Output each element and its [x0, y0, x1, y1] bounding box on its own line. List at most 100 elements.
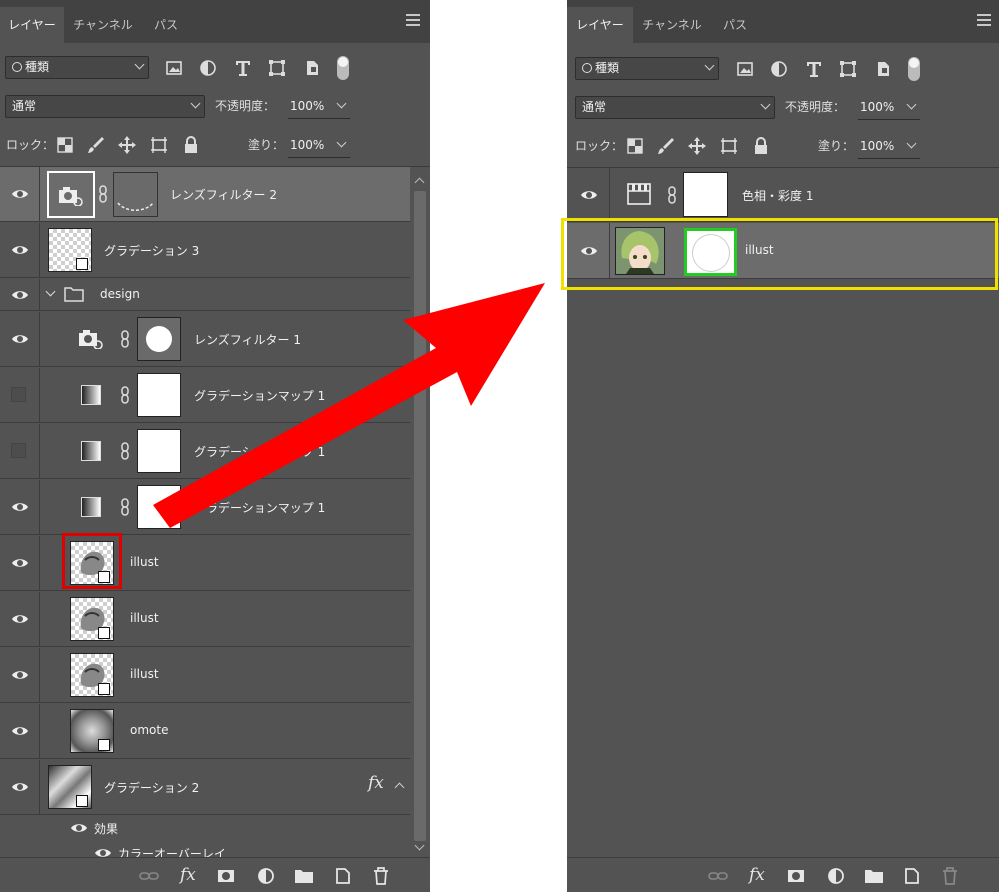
link-layers-icon[interactable]: [139, 866, 159, 886]
layer-name[interactable]: グラデーションマップ 1: [194, 443, 325, 460]
layer-row[interactable]: illust: [567, 223, 999, 279]
layer-row[interactable]: グラデーションマップ 1: [0, 424, 410, 479]
eye-icon[interactable]: [11, 781, 29, 793]
new-layer-icon[interactable]: [902, 866, 922, 886]
shape-filter-icon[interactable]: [838, 59, 858, 79]
eye-icon[interactable]: [11, 501, 29, 513]
trash-icon[interactable]: [371, 866, 391, 886]
fill-value[interactable]: 100%: [860, 135, 894, 157]
chevron-up-icon[interactable]: [394, 782, 405, 793]
filter-kind-dropdown[interactable]: 種類: [575, 57, 719, 80]
scroll-down-icon[interactable]: [414, 840, 425, 851]
opacity-value[interactable]: 100%: [290, 95, 324, 117]
adjustment-icon[interactable]: [826, 866, 846, 886]
effects-row[interactable]: 効果: [0, 816, 410, 840]
link-icon[interactable]: [667, 186, 677, 204]
layer-name[interactable]: illust: [745, 243, 774, 257]
tab-paths[interactable]: パス: [711, 7, 759, 43]
eye-icon[interactable]: [11, 289, 29, 301]
adjustment-icon[interactable]: [256, 866, 276, 886]
pixel-filter-icon[interactable]: [164, 58, 184, 78]
layer-name[interactable]: illust: [130, 555, 159, 569]
mask-thumbnail[interactable]: [683, 172, 728, 217]
mask-thumbnail[interactable]: [137, 429, 181, 473]
filter-toggle-icon[interactable]: [906, 55, 922, 83]
tab-paths[interactable]: パス: [142, 7, 190, 43]
layer-row[interactable]: グラデーションマップ 1: [0, 480, 410, 535]
scroll-thumb[interactable]: [414, 191, 426, 841]
mask-icon[interactable]: [216, 866, 236, 886]
layer-row[interactable]: レンズフィルター 1: [0, 312, 410, 367]
lock-artboard-icon[interactable]: [719, 136, 739, 156]
lock-transparent-icon[interactable]: [625, 136, 645, 156]
mask-thumbnail[interactable]: [137, 317, 181, 361]
layer-name[interactable]: レンズフィルター 2: [170, 186, 277, 203]
layer-name[interactable]: グラデーションマップ 1: [194, 499, 325, 516]
layer-row[interactable]: illust: [0, 592, 410, 647]
layer-name[interactable]: レンズフィルター 1: [194, 331, 301, 348]
folder-icon[interactable]: [294, 866, 314, 886]
tab-layers[interactable]: レイヤー: [0, 7, 64, 43]
adjustment-thumbnail[interactable]: [47, 171, 95, 218]
illust-thumbnail[interactable]: [615, 227, 665, 275]
layer-row[interactable]: 色相・彩度 1: [567, 168, 999, 222]
link-icon[interactable]: [120, 442, 130, 460]
link-layers-icon[interactable]: [708, 866, 728, 886]
opacity-value[interactable]: 100%: [860, 96, 894, 118]
group-row[interactable]: design: [0, 279, 410, 311]
panel-menu-icon[interactable]: [977, 14, 991, 26]
blend-mode-dropdown[interactable]: 通常: [575, 96, 775, 119]
mask-thumbnail[interactable]: [137, 485, 181, 529]
smart-object-filter-icon[interactable]: [873, 59, 893, 79]
eye-icon[interactable]: [11, 188, 29, 200]
layer-name[interactable]: omote: [130, 723, 168, 737]
eye-icon[interactable]: [11, 669, 29, 681]
mask-thumbnail[interactable]: [137, 373, 181, 417]
layer-row[interactable]: illust: [0, 533, 410, 591]
lock-all-icon[interactable]: [181, 135, 201, 155]
tab-layers[interactable]: レイヤー: [567, 7, 633, 43]
layer-name[interactable]: グラデーション 3: [104, 242, 199, 259]
fx-icon[interactable]: fx: [368, 773, 384, 793]
eye-icon[interactable]: [11, 333, 29, 345]
mask-icon[interactable]: [786, 866, 806, 886]
scroll-up-icon[interactable]: [414, 177, 425, 188]
visibility-toggle[interactable]: [11, 443, 26, 458]
lock-transparent-icon[interactable]: [55, 135, 75, 155]
link-icon[interactable]: [120, 498, 130, 516]
layer-row[interactable]: illust: [0, 648, 410, 703]
filter-toggle-icon[interactable]: [335, 54, 351, 82]
layer-row[interactable]: グラデーション 2 fx: [0, 760, 410, 815]
adjustment-filter-icon[interactable]: [198, 58, 218, 78]
layer-row[interactable]: グラデーション 3: [0, 223, 410, 278]
filter-kind-dropdown[interactable]: 種類: [5, 56, 149, 79]
layer-row[interactable]: omote: [0, 704, 410, 759]
layer-name[interactable]: グラデーションマップ 1: [194, 387, 325, 404]
fx-icon[interactable]: fx: [749, 865, 765, 885]
layer-name[interactable]: illust: [130, 611, 159, 625]
lock-move-icon[interactable]: [117, 135, 137, 155]
group-name[interactable]: design: [100, 287, 140, 301]
layers-scrollbar[interactable]: [410, 167, 430, 857]
panel-menu-icon[interactable]: [406, 14, 420, 26]
blend-mode-dropdown[interactable]: 通常: [5, 95, 205, 118]
shape-filter-icon[interactable]: [267, 58, 287, 78]
adjustment-filter-icon[interactable]: [769, 59, 789, 79]
lock-paint-icon[interactable]: [86, 135, 106, 155]
folder-icon[interactable]: [864, 866, 884, 886]
lock-paint-icon[interactable]: [656, 136, 676, 156]
layer-name[interactable]: グラデーション 2: [104, 779, 199, 796]
lock-artboard-icon[interactable]: [149, 135, 169, 155]
fx-icon[interactable]: fx: [180, 865, 196, 885]
link-icon[interactable]: [120, 386, 130, 404]
mask-thumbnail[interactable]: [113, 172, 158, 217]
smart-object-filter-icon[interactable]: [302, 58, 322, 78]
eye-icon[interactable]: [580, 245, 598, 257]
pixel-filter-icon[interactable]: [735, 59, 755, 79]
type-filter-icon[interactable]: [804, 59, 824, 79]
effect-item-row[interactable]: カラーオーバーレイ: [0, 842, 410, 858]
layer-row[interactable]: グラデーションマップ 1: [0, 368, 410, 423]
tab-channels[interactable]: チャンネル: [66, 7, 140, 43]
new-layer-icon[interactable]: [333, 866, 353, 886]
link-icon[interactable]: [98, 185, 108, 203]
